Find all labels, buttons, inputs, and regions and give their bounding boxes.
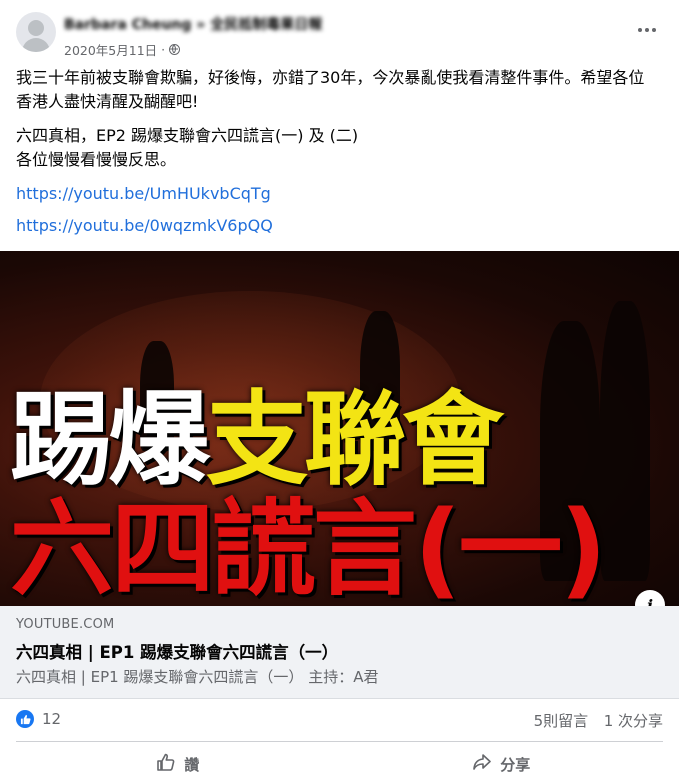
youtube-link-1[interactable]: https://youtu.be/UmHUkvbCqTg	[16, 182, 656, 206]
post-date[interactable]: 2020年5月11日	[64, 40, 157, 59]
post-meta: 2020年5月11日 ·	[64, 40, 181, 59]
post-paragraph-1: 我三十年前被支聯會欺騙，好後悔，亦錯了30年，今次暴亂使我看清整件事件。希望各位…	[16, 68, 645, 111]
post-body: 我三十年前被支聯會欺騙，好後悔，亦錯了30年，今次暴亂使我看清整件事件。希望各位…	[16, 66, 656, 246]
post-header: Barbara Cheung » 全民抵制毒果日報 2020年5月11日 ·	[16, 12, 663, 59]
thumbnail-title-line-1: 踢爆支聯會	[10, 381, 504, 501]
post-paragraph-2: 六四真相，EP2 踢爆支聯會六四謊言(一) 及 (二)	[16, 126, 359, 145]
author-name[interactable]: Barbara Cheung » 全民抵制毒果日報	[64, 14, 322, 34]
globe-icon	[169, 44, 181, 55]
link-title[interactable]: 六四真相 | EP1 踢爆支聯會六四謊言（一）	[16, 639, 338, 663]
comment-share-counts: 5則留言 1 次分享	[534, 710, 663, 731]
meta-separator: ·	[161, 42, 166, 57]
engagement-stats: 12 5則留言 1 次分享	[16, 706, 663, 734]
post-actions: 讚 分享	[16, 746, 663, 782]
like-button[interactable]: 讚	[16, 746, 340, 782]
more-options-icon[interactable]	[631, 16, 663, 44]
share-arrow-icon	[472, 752, 492, 776]
action-divider	[16, 741, 663, 742]
post-card: Barbara Cheung » 全民抵制毒果日報 2020年5月11日 · 我…	[0, 0, 679, 783]
share-label: 分享	[500, 755, 531, 774]
share-button[interactable]: 分享	[340, 746, 664, 782]
thumbs-up-icon	[156, 752, 176, 776]
link-description: 六四真相 | EP1 踢爆支聯會六四謊言（一） 主持：A君	[16, 668, 379, 686]
link-domain: YOUTUBE.COM	[16, 617, 115, 632]
thumbnail-text-yellow: 支聯會	[206, 381, 504, 500]
like-count[interactable]: 12	[42, 710, 61, 728]
thumbnail-title-line-2: 六四謊言(一)	[10, 488, 607, 606]
like-label: 讚	[184, 755, 200, 774]
default-avatar-icon[interactable]	[16, 12, 56, 52]
comment-count[interactable]: 5則留言	[534, 712, 589, 730]
like-reaction-icon[interactable]	[16, 710, 34, 728]
youtube-link-2[interactable]: https://youtu.be/0wqzmkV6pQQ	[16, 214, 656, 238]
post-paragraph-3: 各位慢慢看慢慢反思。	[16, 150, 177, 169]
silhouette-figure	[600, 301, 650, 581]
link-preview[interactable]: YOUTUBE.COM 六四真相 | EP1 踢爆支聯會六四謊言（一） 六四真相…	[0, 606, 679, 699]
video-thumbnail[interactable]: 踢爆支聯會 六四謊言(一)	[0, 251, 679, 606]
share-count[interactable]: 1 次分享	[604, 712, 663, 730]
thumbnail-text-white: 踢爆	[10, 381, 210, 500]
